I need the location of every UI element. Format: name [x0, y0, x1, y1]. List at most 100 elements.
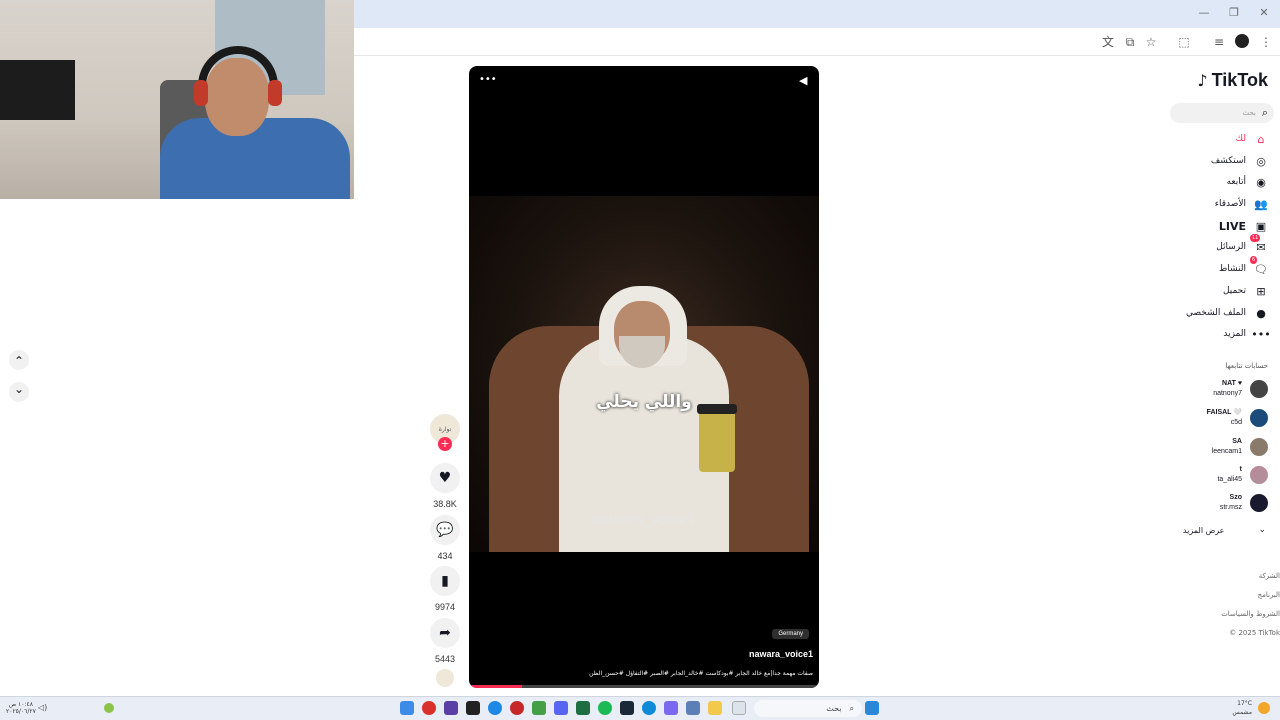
- video-player[interactable]: ••• ◀ واللي يحلي nawara_voice1 Germany n…: [469, 66, 819, 688]
- more-icon: •••: [1251, 327, 1271, 341]
- close-button[interactable]: ✕: [1254, 5, 1274, 21]
- taskbar: ١٠:٤٨ ص ٢٠٢٥/٠٦/٢٧ ◁) بحث ⌕ 17°C مشمس: [0, 696, 1280, 720]
- sidebar-item-home[interactable]: ⌂ لك: [1236, 129, 1268, 149]
- clock-time: ١٠:٤٨ ص: [8, 701, 33, 708]
- volume-icon[interactable]: ◀: [799, 74, 807, 87]
- save-button[interactable]: ▮ 9974: [430, 566, 460, 612]
- follow-plus-icon[interactable]: +: [438, 437, 452, 451]
- comment-button[interactable]: 💬 434: [430, 515, 460, 561]
- start-icon[interactable]: [865, 701, 879, 715]
- account-text: NAT ♥ natnony7: [1213, 379, 1242, 399]
- share-button[interactable]: ➦ 5443: [430, 618, 460, 664]
- like-count: 38.8K: [433, 499, 457, 509]
- steam-icon[interactable]: [620, 701, 634, 715]
- discord-icon[interactable]: [554, 701, 568, 715]
- sidebar-item-live[interactable]: ▣ LIVE: [1219, 216, 1268, 236]
- followed-account[interactable]: t ta_ali45: [1217, 464, 1268, 486]
- sidebar-item-activity[interactable]: 🗨 6 النشاط: [1219, 256, 1268, 279]
- weather-widget[interactable]: 17°C مشمس: [1232, 699, 1252, 717]
- clock[interactable]: ١٠:٤٨ ص ٢٠٢٥/٠٦/٢٧: [6, 701, 36, 715]
- taskbar-search[interactable]: بحث ⌕: [754, 700, 862, 717]
- account-avatar[interactable]: [1250, 380, 1268, 398]
- footer-link[interactable]: الشركة: [1200, 567, 1280, 586]
- account-handle: c5d: [1230, 419, 1242, 426]
- speaker-icon[interactable]: ◁): [38, 703, 47, 712]
- share-icon[interactable]: ➦: [430, 618, 460, 648]
- tray-app-icon[interactable]: [104, 703, 114, 713]
- taskbar-app-icon[interactable]: [532, 701, 546, 715]
- menu-icon[interactable]: ⋮: [1258, 34, 1274, 50]
- footer-link[interactable]: © 2025 TikTok: [1200, 624, 1280, 643]
- taskbar-app-icon[interactable]: [444, 701, 458, 715]
- sidebar-item-more[interactable]: ••• المزيد: [1223, 324, 1271, 344]
- sidebar-item-friends[interactable]: 👥 الأصدقاء: [1215, 194, 1268, 214]
- heart-icon[interactable]: ♥: [430, 463, 460, 493]
- search-icon[interactable]: ⌕: [1262, 106, 1268, 120]
- extensions-icon[interactable]: ⬚: [1176, 34, 1192, 50]
- media-icon[interactable]: ≡: [1211, 34, 1227, 50]
- account-avatar[interactable]: [1250, 494, 1268, 512]
- taskbar-app-icon[interactable]: [466, 701, 480, 715]
- taskbar-app-icon[interactable]: [400, 701, 414, 715]
- activity-icon: 🗨 6: [1250, 256, 1268, 276]
- account-avatar[interactable]: [1250, 466, 1268, 484]
- followed-account[interactable]: SA leencam1: [1212, 436, 1268, 458]
- excel-icon[interactable]: [576, 701, 590, 715]
- chrome-icon[interactable]: [422, 701, 436, 715]
- sidebar-item-compass[interactable]: ◎ استكشف: [1211, 151, 1268, 171]
- weather-text: مشمس: [1232, 709, 1252, 716]
- music-disc-icon[interactable]: [436, 669, 454, 687]
- compass-icon: ◎: [1256, 154, 1266, 168]
- progress-fill: [469, 685, 522, 688]
- maximize-button[interactable]: ❐: [1224, 5, 1244, 21]
- sidebar-item-upload[interactable]: ⊞ تحميل: [1223, 281, 1268, 301]
- see-more-label: عرض المزيد: [1182, 525, 1225, 535]
- account-avatar[interactable]: [1250, 438, 1268, 456]
- progress-track[interactable]: [469, 685, 819, 688]
- bookmark-icon[interactable]: ▮: [430, 566, 460, 596]
- home-icon: ⌂: [1257, 132, 1265, 146]
- file-explorer-icon[interactable]: [708, 701, 722, 715]
- sidebar-item-following[interactable]: ◉ أتابعه: [1227, 172, 1268, 192]
- translate-icon[interactable]: 文: [1100, 34, 1116, 50]
- star-icon[interactable]: ☆: [1143, 34, 1159, 50]
- task-view-icon[interactable]: [732, 701, 746, 715]
- footer-link[interactable]: البرنامج: [1200, 586, 1280, 605]
- sidebar-item-label: الرسائل: [1216, 242, 1246, 252]
- account-text: t ta_ali45: [1217, 465, 1242, 485]
- previous-video-button[interactable]: ⌃: [9, 350, 29, 370]
- video-username[interactable]: nawara_voice1: [749, 649, 813, 659]
- sidebar-item-label: استكشف: [1210, 156, 1246, 166]
- next-video-button[interactable]: ⌄: [9, 382, 29, 402]
- video-menu-icon[interactable]: •••: [479, 74, 497, 85]
- see-more-button[interactable]: عرض المزيد ⌄: [1183, 525, 1266, 535]
- followed-account[interactable]: NAT ♥ natnony7: [1213, 378, 1268, 400]
- notification-badge: 11: [1250, 234, 1261, 242]
- tiktok-logo[interactable]: TikTok ♪: [1197, 70, 1268, 91]
- footer-link[interactable]: الشروط والسياسات: [1200, 605, 1280, 624]
- location-tag[interactable]: Germany: [772, 629, 809, 639]
- cast-icon[interactable]: ⧉: [1122, 34, 1138, 50]
- spotify-icon[interactable]: [598, 701, 612, 715]
- followed-account[interactable]: Szo str.msz: [1220, 492, 1268, 514]
- search-bar[interactable]: بحث ⌕: [1170, 103, 1274, 123]
- profile-icon: ●: [1256, 306, 1266, 320]
- profile-avatar[interactable]: [1235, 34, 1249, 48]
- taskbar-app-icon[interactable]: [664, 701, 678, 715]
- creator-avatar-button[interactable]: نوارة +: [430, 414, 460, 451]
- account-handle: natnony7: [1213, 390, 1242, 397]
- coffee-cup: [699, 406, 735, 472]
- account-avatar[interactable]: [1250, 409, 1268, 427]
- sidebar-item-messages[interactable]: ✉ 11 الرسائل: [1216, 234, 1268, 257]
- taskbar-search-label: بحث: [826, 704, 842, 713]
- store-icon[interactable]: [686, 701, 700, 715]
- taskbar-app-icon[interactable]: [488, 701, 502, 715]
- comment-icon[interactable]: 💬: [430, 515, 460, 545]
- like-button[interactable]: ♥ 38.8K: [430, 463, 460, 509]
- sidebar-item-profile[interactable]: ● الملف الشخصي: [1186, 303, 1268, 323]
- followed-account[interactable]: FAISAL 🤍 c5d: [1207, 407, 1268, 429]
- edge-icon[interactable]: [642, 701, 656, 715]
- monitor-background: [0, 60, 75, 120]
- minimize-button[interactable]: —: [1194, 5, 1214, 21]
- taskbar-app-icon[interactable]: [510, 701, 524, 715]
